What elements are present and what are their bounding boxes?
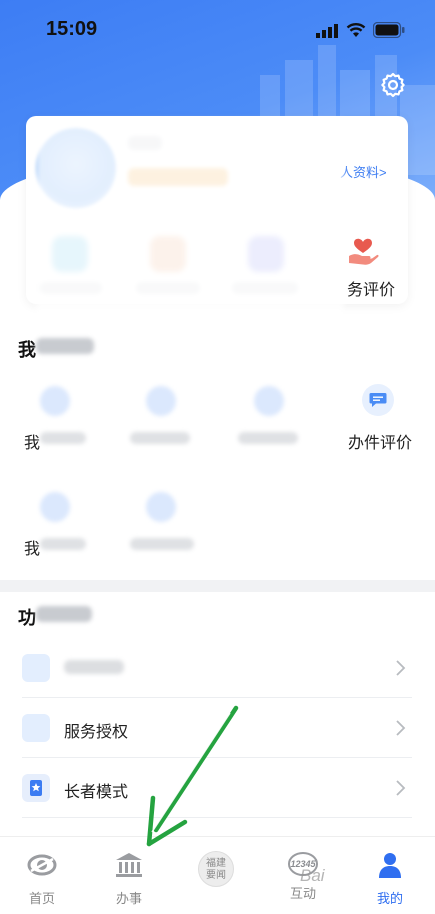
news-seal-text: 福建要闻 (206, 858, 226, 881)
evaluate-label[interactable]: 办件评价 (348, 429, 412, 453)
status-bar: 15:09 (0, 0, 435, 60)
chevron-right-icon (396, 660, 406, 676)
function-label-3: 长者模式 (64, 784, 129, 801)
affair-label-5-visible[interactable]: 我 (24, 535, 40, 559)
affair-label-3 (238, 432, 298, 444)
function-row-3[interactable]: 长者模式 (22, 758, 412, 818)
gear-icon[interactable] (380, 72, 406, 98)
wifi-icon (346, 23, 366, 37)
clock-icon (22, 654, 50, 682)
battery-icon (373, 22, 405, 38)
affair-label-6 (130, 538, 194, 550)
elder-icon (22, 774, 50, 802)
home-logo-icon (27, 854, 57, 876)
monitor-icon (22, 714, 50, 742)
function-row-1[interactable] (22, 638, 412, 698)
service-evaluation-label[interactable]: 务评价 (347, 276, 395, 300)
section-divider (0, 580, 435, 592)
person-icon (379, 853, 401, 878)
my-affairs-title: 我 (18, 340, 36, 360)
functions-title: 功 (18, 608, 36, 628)
chat-bubble-icon[interactable] (362, 384, 394, 416)
status-time: 15:09 (46, 18, 98, 40)
function-row-2[interactable]: 服务授权 (22, 698, 412, 758)
affair-icon-5[interactable] (40, 492, 70, 522)
chevron-right-icon (396, 720, 406, 736)
building-icon (116, 853, 142, 877)
tab-home-label: 首页 (28, 891, 55, 906)
affair-label-5-blur (40, 538, 86, 550)
tab-home[interactable]: 首页 (12, 851, 72, 907)
function-label-1-blur (64, 660, 124, 674)
news-seal-icon: 福建要闻 (198, 851, 234, 887)
watermark: Bai (300, 866, 325, 885)
heart-hand-icon[interactable] (347, 236, 379, 266)
affair-label-1-visible[interactable]: 我 (24, 429, 40, 453)
tab-news[interactable]: 福建要闻 (186, 851, 246, 887)
my-affairs-title-blur (36, 338, 94, 354)
tab-bar: 首页 办事 福建要闻 12345 互动 我的 (0, 836, 435, 914)
functions-title-blur (36, 606, 92, 622)
affair-label-1-blur (40, 432, 86, 444)
affair-icon-3[interactable] (254, 386, 284, 416)
tab-me-label: 我的 (376, 891, 403, 906)
affair-icon-1[interactable] (40, 386, 70, 416)
chevron-right-icon (396, 780, 406, 796)
affair-icon-2[interactable] (146, 386, 176, 416)
privacy-blur-overlay (36, 120, 344, 590)
signal-icon (316, 24, 338, 38)
tab-services[interactable]: 办事 (99, 851, 159, 907)
tab-services-label: 办事 (115, 891, 142, 906)
affair-icon-6[interactable] (146, 492, 176, 522)
affair-label-2 (130, 432, 190, 444)
function-label-2: 服务授权 (64, 724, 129, 741)
profile-link[interactable]: 人资料> (340, 162, 387, 181)
tab-me[interactable]: 我的 (360, 851, 420, 907)
